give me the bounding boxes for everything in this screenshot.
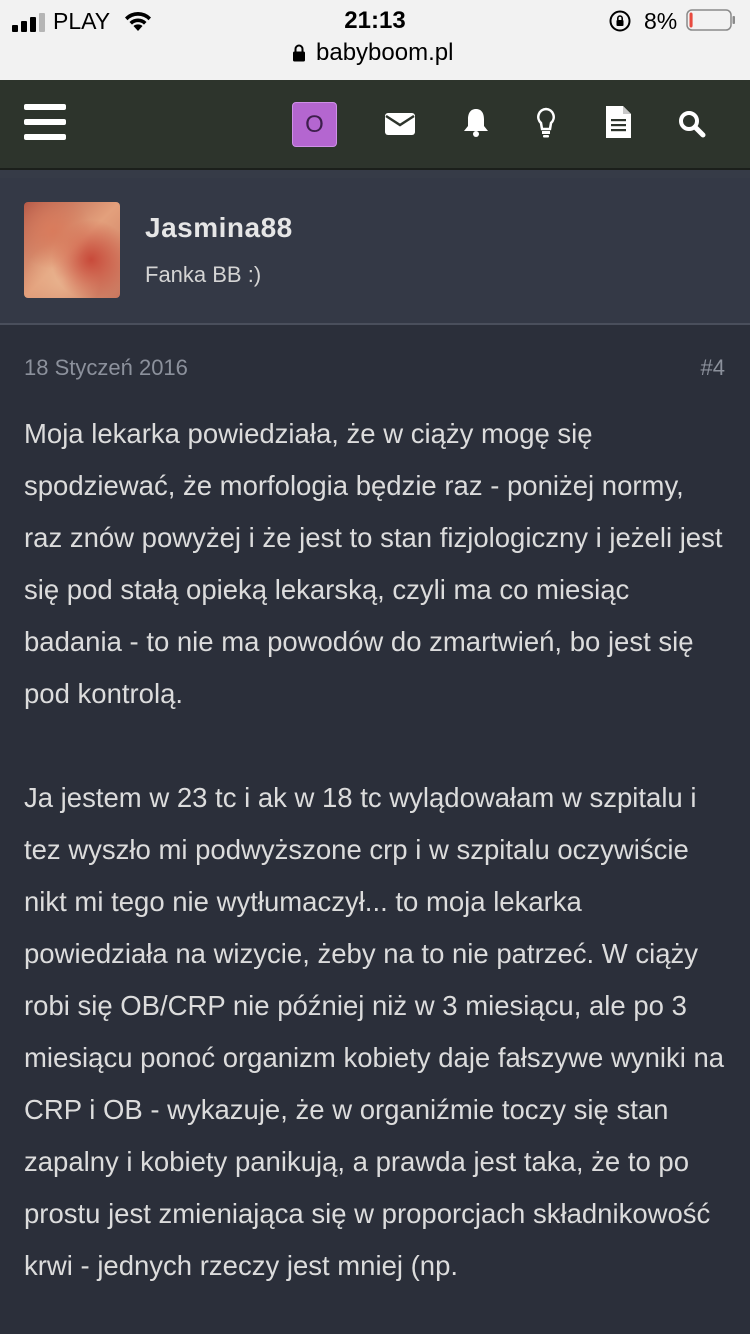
post-author: Jasmina88 Fanka BB :) xyxy=(0,178,750,325)
avatar[interactable] xyxy=(24,202,120,298)
clock: 21:13 xyxy=(344,7,406,34)
user-avatar-button[interactable]: O xyxy=(292,102,337,147)
author-name[interactable]: Jasmina88 xyxy=(145,212,293,244)
divider xyxy=(0,170,750,178)
post-date: 18 Styczeń 2016 xyxy=(24,355,188,380)
menu-icon[interactable] xyxy=(24,102,66,142)
post-body: Moja lekarka powiedziała, że w ciąży mog… xyxy=(24,408,729,1292)
lightbulb-icon[interactable] xyxy=(536,107,556,139)
document-icon[interactable] xyxy=(606,106,631,138)
post-number-link[interactable]: #4 xyxy=(701,355,725,381)
post-paragraph: Moja lekarka powiedziała, że w ciąży mog… xyxy=(24,418,723,709)
author-rank: Fanka BB :) xyxy=(145,262,262,287)
url-bar[interactable]: babyboom.pl xyxy=(316,39,453,67)
status-bar: PLAY 21:13 8% babyboom.pl xyxy=(0,0,750,80)
lock-icon xyxy=(293,44,305,62)
envelope-icon[interactable] xyxy=(385,113,415,135)
search-icon[interactable] xyxy=(678,110,706,138)
top-navbar: O xyxy=(0,80,750,170)
battery-icon xyxy=(686,9,735,31)
rotation-lock-icon xyxy=(609,10,631,32)
bell-icon[interactable] xyxy=(462,107,490,137)
battery-percent: 8% xyxy=(644,8,678,34)
post-paragraph: Ja jestem w 23 tc i ak w 18 tc wylądował… xyxy=(24,782,725,1281)
